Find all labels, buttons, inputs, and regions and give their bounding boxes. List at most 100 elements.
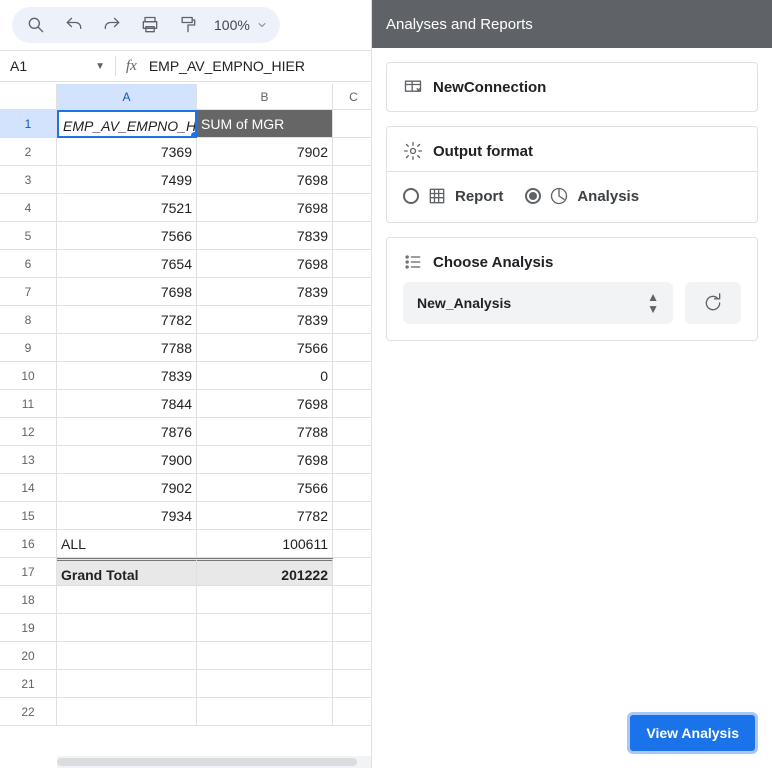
row-header[interactable]: 17 <box>0 558 57 586</box>
name-box[interactable]: A1 ▼ <box>0 58 115 74</box>
cell[interactable] <box>333 194 375 222</box>
row-header[interactable]: 18 <box>0 586 57 614</box>
cell[interactable] <box>333 530 375 558</box>
refresh-button[interactable] <box>685 282 741 324</box>
cell[interactable] <box>333 166 375 194</box>
close-icon[interactable] <box>738 12 758 36</box>
cell[interactable] <box>197 642 333 670</box>
row-header[interactable]: 8 <box>0 306 57 334</box>
row-header[interactable]: 21 <box>0 670 57 698</box>
cell[interactable]: ALL <box>57 530 197 558</box>
cell[interactable] <box>333 110 375 138</box>
row-header[interactable]: 2 <box>0 138 57 166</box>
row-header[interactable]: 10 <box>0 362 57 390</box>
row-header[interactable]: 4 <box>0 194 57 222</box>
cell[interactable] <box>333 222 375 250</box>
row-header[interactable]: 6 <box>0 250 57 278</box>
cell[interactable]: 7782 <box>197 502 333 530</box>
new-connection-card[interactable]: NewConnection <box>386 62 758 112</box>
cell[interactable] <box>333 390 375 418</box>
paint-format-icon[interactable] <box>176 13 200 37</box>
cell[interactable] <box>333 250 375 278</box>
cell[interactable] <box>197 586 333 614</box>
print-icon[interactable] <box>138 13 162 37</box>
analysis-radio[interactable]: Analysis <box>525 186 639 206</box>
cell[interactable] <box>333 474 375 502</box>
redo-icon[interactable] <box>100 13 124 37</box>
grid-corner[interactable] <box>0 84 57 110</box>
cell[interactable]: 7654 <box>57 250 197 278</box>
cell[interactable]: 7839 <box>197 278 333 306</box>
cell[interactable]: 100611 <box>197 530 333 558</box>
cell[interactable] <box>57 586 197 614</box>
cell[interactable] <box>333 642 375 670</box>
cell[interactable]: 7369 <box>57 138 197 166</box>
cell[interactable]: 7698 <box>197 166 333 194</box>
row-header[interactable]: 7 <box>0 278 57 306</box>
cell[interactable]: 7566 <box>57 222 197 250</box>
cell[interactable] <box>197 614 333 642</box>
cell[interactable]: 7698 <box>197 194 333 222</box>
cell[interactable]: SUM of MGR <box>197 110 333 138</box>
cell[interactable] <box>333 362 375 390</box>
cell[interactable]: 7839 <box>57 362 197 390</box>
cell[interactable]: Grand Total <box>57 558 197 586</box>
row-header[interactable]: 19 <box>0 614 57 642</box>
row-header[interactable]: 3 <box>0 166 57 194</box>
cell[interactable]: 7934 <box>57 502 197 530</box>
row-header[interactable]: 13 <box>0 446 57 474</box>
row-header[interactable]: 11 <box>0 390 57 418</box>
cell[interactable] <box>333 698 375 726</box>
formula-input[interactable]: EMP_AV_EMPNO_HIER <box>149 58 305 74</box>
cell[interactable] <box>197 670 333 698</box>
cell[interactable] <box>57 670 197 698</box>
cell[interactable] <box>333 670 375 698</box>
cell[interactable]: 7782 <box>57 306 197 334</box>
cell[interactable]: 7698 <box>57 278 197 306</box>
cell[interactable] <box>333 614 375 642</box>
cell[interactable] <box>57 642 197 670</box>
column-header[interactable]: A <box>57 84 197 110</box>
row-header[interactable]: 15 <box>0 502 57 530</box>
cell[interactable] <box>197 698 333 726</box>
cell[interactable]: 7698 <box>197 446 333 474</box>
row-header[interactable]: 12 <box>0 418 57 446</box>
cell[interactable]: 201222 <box>197 558 333 586</box>
cell[interactable] <box>333 278 375 306</box>
cell[interactable]: 7698 <box>197 250 333 278</box>
row-header[interactable]: 16 <box>0 530 57 558</box>
row-header[interactable]: 20 <box>0 642 57 670</box>
report-radio[interactable]: Report <box>403 186 503 206</box>
analysis-select[interactable]: New_Analysis ▲▼ <box>403 282 673 324</box>
row-header[interactable]: 14 <box>0 474 57 502</box>
row-header[interactable]: 22 <box>0 698 57 726</box>
row-header[interactable]: 1 <box>0 110 57 138</box>
column-header[interactable]: C <box>333 84 375 110</box>
cell[interactable] <box>57 698 197 726</box>
cell[interactable]: 0 <box>197 362 333 390</box>
cell[interactable]: 7839 <box>197 306 333 334</box>
zoom-dropdown[interactable]: 100% <box>214 17 268 33</box>
undo-icon[interactable] <box>62 13 86 37</box>
cell[interactable] <box>333 138 375 166</box>
cell[interactable]: 7788 <box>57 334 197 362</box>
cell[interactable]: 7900 <box>57 446 197 474</box>
cell[interactable] <box>333 446 375 474</box>
cell[interactable]: 7521 <box>57 194 197 222</box>
cell[interactable] <box>57 614 197 642</box>
cell[interactable] <box>333 306 375 334</box>
cell[interactable]: 7566 <box>197 474 333 502</box>
row-header[interactable]: 9 <box>0 334 57 362</box>
cell[interactable]: 7566 <box>197 334 333 362</box>
cell[interactable]: EMP_AV_EMPNO_HIER <box>57 110 197 138</box>
cell[interactable] <box>333 586 375 614</box>
cell[interactable]: 7499 <box>57 166 197 194</box>
search-icon[interactable] <box>24 13 48 37</box>
view-analysis-button[interactable]: View Analysis <box>627 712 758 754</box>
cell[interactable] <box>333 502 375 530</box>
cell[interactable]: 7902 <box>57 474 197 502</box>
column-header[interactable]: B <box>197 84 333 110</box>
cell[interactable]: 7698 <box>197 390 333 418</box>
cell[interactable] <box>333 558 375 586</box>
cell[interactable] <box>333 418 375 446</box>
